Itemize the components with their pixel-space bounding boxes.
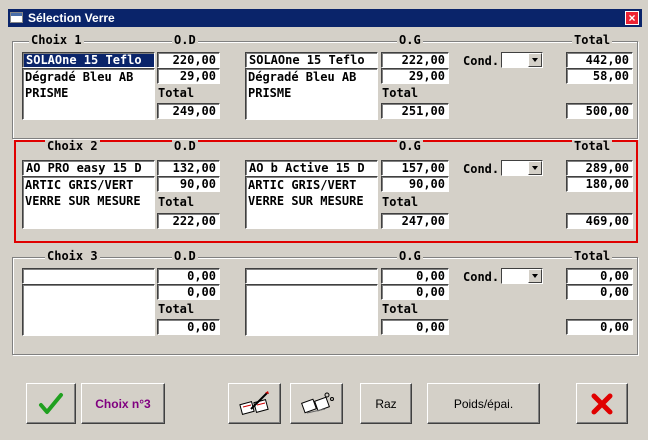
glasses-pencil-icon: [238, 390, 269, 415]
choix-1-og-total-field[interactable]: 251,00: [381, 103, 449, 119]
choix-2-og-subtotal-label: Total: [382, 195, 419, 209]
choix-2-og-option-line: VERRE SUR MESURE: [248, 194, 364, 208]
choix-1-total-field[interactable]: 442,00: [566, 52, 633, 68]
choix-1-cond-label: Cond.: [463, 54, 500, 68]
choix-2-og-options-list[interactable]: ARTIC GRIS/VERT VERRE SUR MESURE: [245, 176, 378, 229]
choix-2-od-header: O.D: [172, 139, 198, 153]
choix-1-total-header: Total: [572, 33, 613, 47]
glasses-tools-button[interactable]: [290, 383, 343, 424]
choix-2-od-option-line: VERRE SUR MESURE: [25, 194, 141, 208]
choix-3-og-product-field[interactable]: [245, 268, 378, 284]
choix-2-total-header: Total: [572, 139, 613, 153]
choix-1-og-options-list[interactable]: Dégradé Bleu AB PRISME: [245, 68, 378, 120]
choix-3-od-option-price-field[interactable]: 0,00: [157, 284, 220, 300]
choix-2-og-total-field[interactable]: 247,00: [381, 213, 449, 229]
choix-1-og-option-line: Dégradé Bleu AB: [248, 70, 357, 84]
choix-1-od-subtotal-label: Total: [158, 86, 195, 100]
choix-2-grand-total-field[interactable]: 469,00: [566, 213, 633, 229]
choix-3-cond-select[interactable]: [501, 268, 543, 284]
choix-2-od-option-line: ARTIC GRIS/VERT: [25, 178, 134, 192]
choix-3-og-option-line: [248, 302, 375, 318]
window-icon: [10, 12, 23, 23]
choix-1-label: Choix 1: [29, 33, 84, 47]
choix-2-od-subtotal-label: Total: [158, 195, 195, 209]
choix-2-og-product-field[interactable]: AO b Active 15 D: [245, 160, 378, 176]
choix-3-od-option-line: [25, 286, 152, 302]
glasses-tools-icon: [300, 392, 334, 413]
chevron-down-icon[interactable]: [528, 53, 542, 67]
choix-3-od-options-list[interactable]: [22, 284, 155, 336]
chevron-down-icon[interactable]: [528, 161, 542, 175]
glasses-edit-button[interactable]: [228, 383, 281, 424]
choix-1-od-option-line: Dégradé Bleu AB: [25, 70, 134, 84]
choix-3-og-total-field[interactable]: 0,00: [381, 319, 449, 335]
close-icon: [591, 393, 613, 414]
choix-1-og-price-field[interactable]: 222,00: [381, 52, 449, 68]
raz-button[interactable]: Raz: [360, 383, 412, 424]
choix-2-od-options-list[interactable]: ARTIC GRIS/VERT VERRE SUR MESURE: [22, 176, 155, 229]
choix-3-og-price-field[interactable]: 0,00: [381, 268, 449, 284]
choix-1-od-option-line: PRISME: [25, 86, 69, 100]
choix-1-od-product-field[interactable]: SOLAOne 15 Teflo: [22, 52, 155, 68]
choix-1-og-header: O.G: [397, 33, 423, 47]
choix-3-total-header: Total: [572, 249, 613, 263]
choix-3-od-header: O.D: [172, 249, 198, 263]
choix-1-grand-total-field[interactable]: 500,00: [566, 103, 633, 119]
choix-3-od-product-field[interactable]: [22, 268, 155, 284]
choix-3-og-subtotal-label: Total: [382, 302, 419, 316]
poids-epaisseur-button[interactable]: Poids/épai.: [427, 383, 540, 424]
choix-2-od-product-field[interactable]: AO PRO easy 15 D: [22, 160, 155, 176]
choix-3-og-option-price-field[interactable]: 0,00: [381, 284, 449, 300]
choix-2-total-field[interactable]: 289,00: [566, 160, 633, 176]
cancel-button[interactable]: [576, 383, 628, 424]
choix-1-total-option-field[interactable]: 58,00: [566, 68, 633, 84]
choix-n3-button[interactable]: Choix n°3: [81, 383, 165, 424]
title-bar: Sélection Verre ×: [8, 9, 642, 27]
choix-3-od-subtotal-label: Total: [158, 302, 195, 316]
choix-1-od-price-field[interactable]: 220,00: [157, 52, 220, 68]
choix-2-og-option-line: ARTIC GRIS/VERT: [248, 178, 357, 192]
choix-3-total-option-field[interactable]: 0,00: [566, 284, 633, 300]
choix-1-od-options-list[interactable]: Dégradé Bleu AB PRISME: [22, 68, 155, 120]
choix-3-cond-label: Cond.: [463, 270, 500, 284]
choix-1-cond-select[interactable]: [501, 52, 543, 68]
choix-1-og-option-price-field[interactable]: 29,00: [381, 68, 449, 84]
choix-2-cond-label: Cond.: [463, 162, 500, 176]
choix-3-od-option-line: [25, 302, 152, 318]
selection-verre-window: Sélection Verre × Choix 1 O.D O.G Total …: [0, 0, 648, 440]
validate-button[interactable]: [26, 383, 76, 424]
choix-2-og-price-field[interactable]: 157,00: [381, 160, 449, 176]
choix-2-og-option-price-field[interactable]: 90,00: [381, 176, 449, 192]
choix-2-total-option-field[interactable]: 180,00: [566, 176, 633, 192]
choix-2-od-option-price-field[interactable]: 90,00: [157, 176, 220, 192]
choix-3-od-total-field[interactable]: 0,00: [157, 319, 220, 335]
choix-2-od-price-field[interactable]: 132,00: [157, 160, 220, 176]
choix-3-total-field[interactable]: 0,00: [566, 268, 633, 284]
choix-3-od-price-field[interactable]: 0,00: [157, 268, 220, 284]
choix-2-og-header: O.G: [397, 139, 423, 153]
choix-1-og-subtotal-label: Total: [382, 86, 419, 100]
chevron-down-icon[interactable]: [528, 269, 542, 283]
choix-3-og-option-line: [248, 286, 375, 302]
close-window-button[interactable]: ×: [625, 11, 639, 25]
choix-3-og-options-list[interactable]: [245, 284, 378, 336]
choix-3-og-header: O.G: [397, 249, 423, 263]
choix-2-label: Choix 2: [45, 139, 100, 153]
window-title: Sélection Verre: [28, 11, 115, 25]
choix-1-od-option-price-field[interactable]: 29,00: [157, 68, 220, 84]
checkmark-icon: [39, 392, 63, 414]
choix-1-od-header: O.D: [172, 33, 198, 47]
choix-3-grand-total-field[interactable]: 0,00: [566, 319, 633, 335]
choix-1-og-option-line: PRISME: [248, 86, 292, 100]
choix-2-od-total-field[interactable]: 222,00: [157, 213, 220, 229]
choix-2-cond-select[interactable]: [501, 160, 543, 176]
choix-3-label: Choix 3: [45, 249, 100, 263]
choix-1-od-total-field[interactable]: 249,00: [157, 103, 220, 119]
choix-1-og-product-field[interactable]: SOLAOne 15 Teflo: [245, 52, 378, 68]
